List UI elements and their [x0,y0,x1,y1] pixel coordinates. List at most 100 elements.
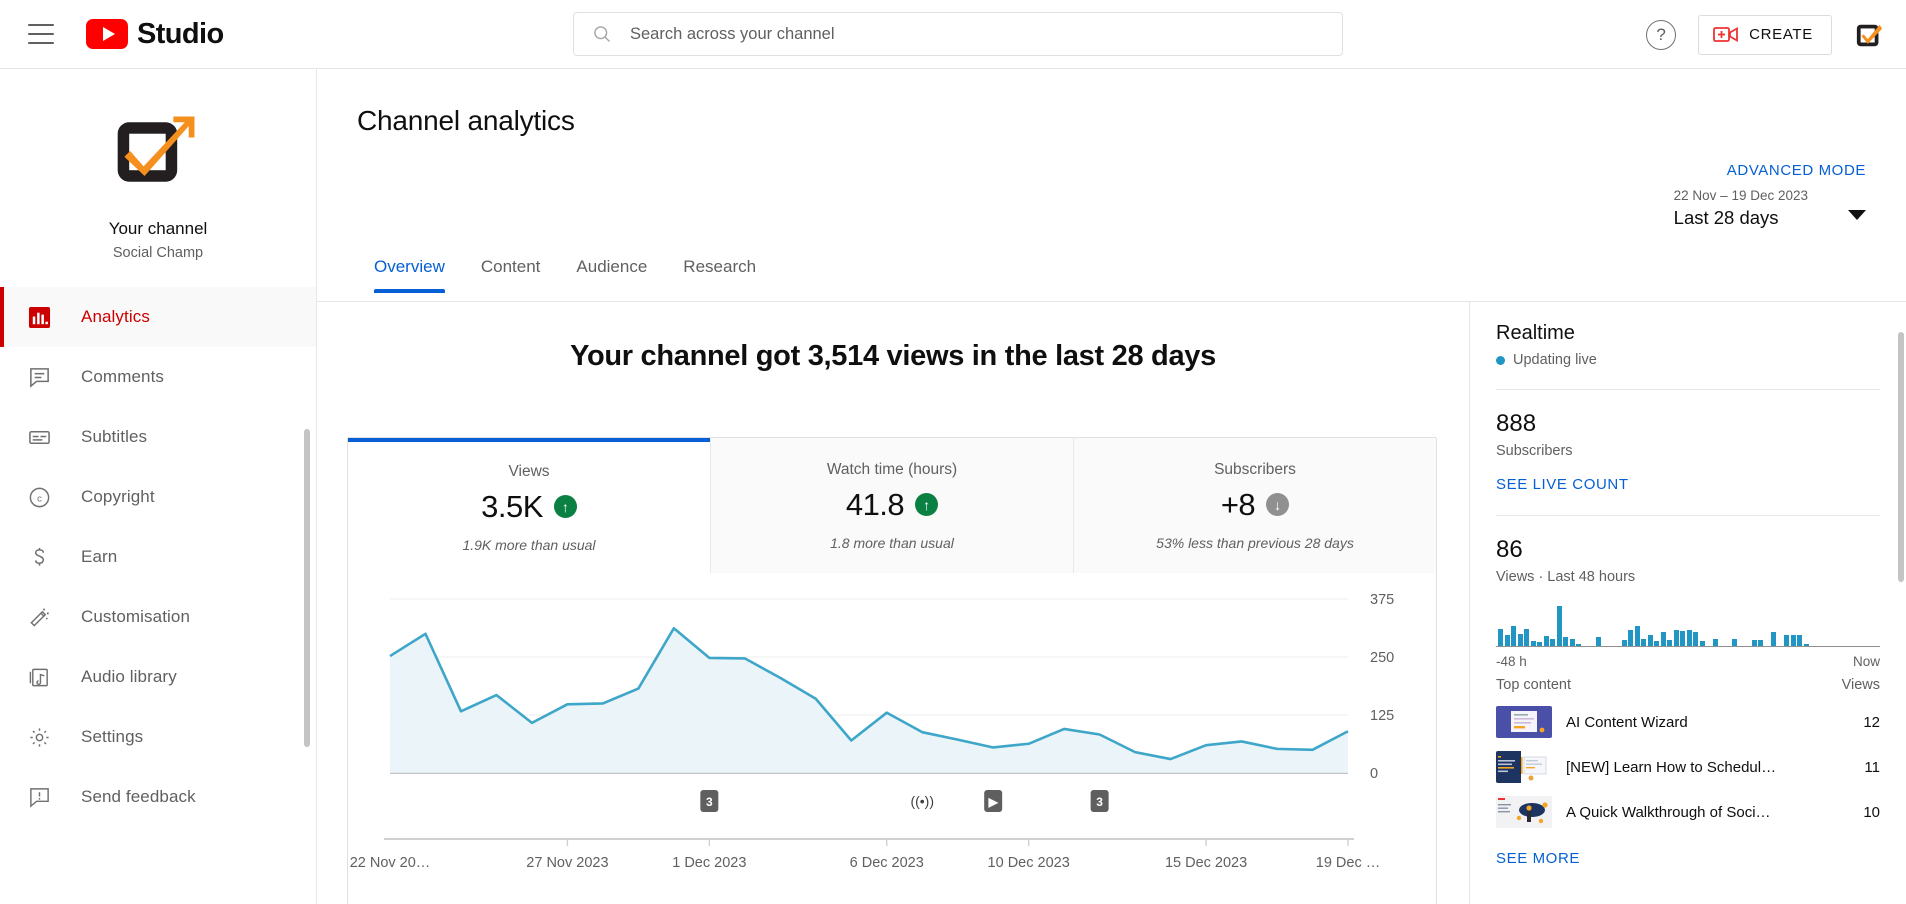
metric-value: 41.8 [846,487,904,523]
avatar[interactable] [1854,19,1886,51]
analytics-icon [26,304,52,330]
channel-name: Social Champ [113,245,203,261]
main-scrollbar[interactable] [1898,332,1904,582]
date-range-main: Last 28 days [1674,207,1808,229]
sparkline-bar [1531,641,1536,646]
sparkline-bar [1693,632,1698,646]
create-button-label: CREATE [1749,26,1813,43]
list-item-title: [NEW] Learn How to Schedul… [1566,759,1850,776]
list-item[interactable]: [NEW] Learn How to Schedul… 11 [1496,751,1880,783]
sidebar-item-settings[interactable]: Settings [0,707,316,767]
trend-up-icon: ↑ [915,493,938,516]
metric-note: 1.9K more than usual [462,537,595,553]
sparkline-bar [1674,630,1679,646]
sparkline-bar [1628,630,1633,646]
page-title: Channel analytics [357,105,575,137]
list-item-views: 12 [1863,714,1880,731]
sparkline-bar [1511,626,1516,646]
sparkline-bar [1635,626,1640,646]
comments-icon [26,364,52,390]
sidebar-item-earn[interactable]: Earn [0,527,316,587]
sparkline-bar [1784,635,1789,646]
metric-label: Subscribers [1214,461,1296,479]
svg-text:0: 0 [1370,766,1378,782]
dollar-icon [26,544,52,570]
channel-avatar-icon [1855,20,1885,50]
sparkline-bar [1771,632,1776,646]
sidebar: Your channel Social Champ Analytics [0,69,317,904]
see-live-count-link[interactable]: SEE LIVE COUNT [1496,476,1629,493]
svg-text:250: 250 [1370,650,1394,666]
studio-logo[interactable]: Studio [86,18,224,51]
divider [1496,389,1880,390]
metric-watch-time[interactable]: Watch time (hours) 41.8 ↑ 1.8 more than … [710,438,1073,573]
realtime-title: Realtime [1496,322,1880,345]
sparkline-axis: -48 h Now [1496,654,1880,669]
sparkline-bar [1752,640,1757,646]
sparkline-bar [1557,606,1562,646]
overview-headline: Your channel got 3,514 views in the last… [317,340,1469,373]
metric-value: +8 [1221,487,1255,523]
list-item-title: A Quick Walkthrough of Soci… [1566,804,1849,821]
sidebar-item-label: Send feedback [81,787,196,807]
channel-avatar-icon [110,103,206,199]
sparkline-bar [1713,639,1718,647]
tab-research[interactable]: Research [665,257,774,293]
music-note-icon [26,664,52,690]
realtime-views-count: 86 [1496,536,1880,564]
trend-up-icon: ↑ [554,495,577,518]
list-item[interactable]: A Quick Walkthrough of Soci… 10 [1496,796,1880,828]
search-bar[interactable] [573,12,1343,56]
main-content: Channel analytics ADVANCED MODE 22 Nov –… [317,69,1906,904]
tab-overview[interactable]: Overview [357,257,463,293]
sidebar-item-analytics[interactable]: Analytics [0,287,316,347]
svg-text:▶: ▶ [988,795,999,809]
sparkline-bar [1596,637,1601,646]
sidebar-item-copyright[interactable]: c Copyright [0,467,316,527]
overview-body: Your channel got 3,514 views in the last… [317,302,1906,904]
search-icon [592,24,612,44]
sidebar-item-customisation[interactable]: Customisation [0,587,316,647]
sidebar-item-label: Copyright [81,487,155,507]
list-item[interactable]: AI Content Wizard 12 [1496,706,1880,738]
search-input[interactable] [630,25,1324,44]
create-button[interactable]: CREATE [1698,15,1832,55]
channel-avatar[interactable] [110,103,206,199]
help-icon[interactable]: ? [1646,20,1676,50]
youtube-play-icon [86,19,128,49]
sidebar-item-comments[interactable]: Comments [0,347,316,407]
top-content-see-more-link[interactable]: SEE MORE [1496,850,1580,867]
analytics-tabs: Overview Content Audience Research [357,257,774,293]
realtime-subscriber-label: Subscribers [1496,443,1880,459]
thumb-walkthrough [1496,796,1552,828]
sparkline-bars [1496,605,1880,647]
sparkline-bar [1537,642,1542,646]
realtime-status: Updating live [1496,352,1880,368]
sparkline-bar [1505,635,1510,646]
analytics-header: Channel analytics ADVANCED MODE 22 Nov –… [317,69,1906,234]
views-chart[interactable]: 01252503753((•))▶322 Nov 20…27 Nov 20231… [348,573,1436,904]
tab-content[interactable]: Content [463,257,559,293]
metric-views[interactable]: Views 3.5K ↑ 1.9K more than usual [348,438,710,573]
sidebar-item-send-feedback[interactable]: Send feedback [0,767,316,827]
sidebar-item-subtitles[interactable]: Subtitles [0,407,316,467]
sidebar-item-label: Comments [81,367,164,387]
metric-label: Views [508,463,549,481]
sidebar-item-label: Settings [81,727,143,747]
advanced-mode-link[interactable]: ADVANCED MODE [1727,162,1866,179]
realtime-status-label: Updating live [1513,352,1597,368]
svg-text:22 Nov 20…: 22 Nov 20… [350,855,431,871]
date-range-selector[interactable]: 22 Nov – 19 Dec 2023 Last 28 days [1674,188,1866,229]
channel-heading: Your channel [109,219,208,239]
sidebar-item-audio-library[interactable]: Audio library [0,647,316,707]
metric-subscribers[interactable]: Subscribers +8 ↓ 53% less than previous … [1073,438,1436,573]
realtime-subscriber-count: 888 [1496,410,1880,438]
tab-audience[interactable]: Audience [558,257,665,293]
sparkline-bar [1524,629,1529,647]
sidebar-scrollbar[interactable] [304,429,310,747]
svg-text:6 Dec 2023: 6 Dec 2023 [850,855,924,871]
list-item-views: 10 [1863,804,1880,821]
realtime-sparkline: -48 h Now [1496,605,1880,651]
hamburger-icon[interactable] [28,24,54,44]
sparkline-bar [1661,632,1666,646]
